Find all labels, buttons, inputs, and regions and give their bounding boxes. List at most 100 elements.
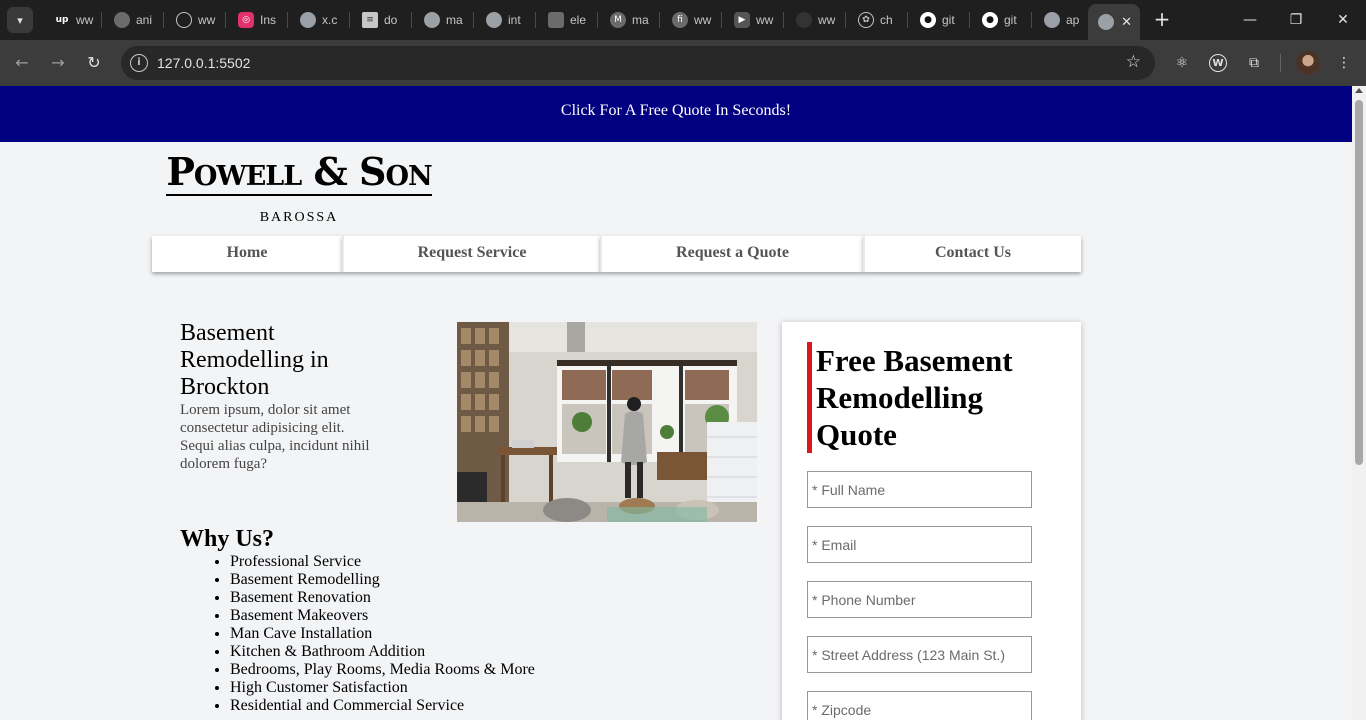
- zipcode-field[interactable]: [807, 691, 1032, 720]
- list-item: Kitchen & Bathroom Addition: [230, 643, 600, 661]
- app-icon: [176, 12, 192, 28]
- close-window-icon[interactable]: ✕: [1331, 8, 1355, 32]
- app-icon: fi: [672, 12, 688, 28]
- bookmark-star-icon[interactable]: ☆: [1126, 52, 1141, 72]
- browser-tab[interactable]: int: [476, 4, 530, 36]
- logo-name: Powell & Son: [166, 149, 433, 196]
- extensions-puzzle-icon[interactable]: ⧉: [1243, 52, 1265, 74]
- browser-tab[interactable]: ma: [414, 4, 468, 36]
- app-icon: [114, 12, 130, 28]
- browser-tab[interactable]: ● git: [910, 4, 964, 36]
- list-item: Residential and Commercial Service: [230, 697, 600, 715]
- main-nav: Home Request Service Request a Quote Con…: [152, 236, 1081, 272]
- basement-interior-photo: [457, 322, 757, 522]
- browser-tab[interactable]: ≡ do: [352, 4, 406, 36]
- browser-tab[interactable]: ww: [166, 4, 220, 36]
- quote-form-card: Free Basement Remodelling Quote: [782, 322, 1081, 720]
- tab-divider: [597, 12, 598, 28]
- browser-tab[interactable]: ani: [104, 4, 158, 36]
- react-devtools-icon[interactable]: ⚛: [1171, 52, 1193, 74]
- web-page: Click For A Free Quote In Seconds! Powel…: [0, 86, 1352, 720]
- browser-tab[interactable]: fi ww: [662, 4, 716, 36]
- list-item: Basement Makeovers: [230, 607, 600, 625]
- restore-icon[interactable]: ❐: [1284, 8, 1308, 32]
- list-item: High Customer Satisfaction: [230, 679, 600, 697]
- email-field[interactable]: [807, 526, 1032, 563]
- site-info-icon[interactable]: i: [130, 54, 148, 72]
- nav-item-contact-us[interactable]: Contact Us: [863, 236, 1081, 272]
- browser-tab[interactable]: x.c: [290, 4, 344, 36]
- tab-divider: [535, 12, 536, 28]
- quote-form-title: Free Basement Remodelling Quote: [807, 342, 1047, 453]
- tab-divider: [907, 12, 908, 28]
- profile-avatar[interactable]: [1296, 51, 1320, 75]
- upwork-icon: up: [55, 15, 69, 25]
- tab-divider: [225, 12, 226, 28]
- forward-arrow-icon[interactable]: →: [46, 51, 70, 75]
- list-item: Bedrooms, Play Rooms, Media Rooms & More: [230, 661, 600, 679]
- tab-divider: [349, 12, 350, 28]
- browser-toolbar: ← → ↻ i 127.0.0.1:5502 ☆ ⚛ W ⧉ ⋮: [0, 40, 1366, 86]
- minimize-icon[interactable]: —: [1238, 8, 1262, 32]
- intro-text: Lorem ipsum, dolor sit amet consectetur …: [180, 402, 370, 472]
- tab-divider: [287, 12, 288, 28]
- menu-kebab-icon[interactable]: ⋮: [1333, 52, 1355, 74]
- list-item: Man Cave Installation: [230, 625, 600, 643]
- globe-icon: [1044, 12, 1060, 28]
- reload-icon[interactable]: ↻: [82, 51, 106, 75]
- tab-divider: [163, 12, 164, 28]
- browser-tab[interactable]: ele: [538, 4, 592, 36]
- nav-item-home[interactable]: Home: [152, 236, 342, 272]
- why-us-list: Professional Service Basement Remodellin…: [230, 553, 600, 715]
- browser-tab[interactable]: ● git: [972, 4, 1026, 36]
- phone-number-field[interactable]: [807, 581, 1032, 618]
- browser-tab[interactable]: Mma: [600, 4, 654, 36]
- browser-tab[interactable]: ▶ ww: [724, 4, 778, 36]
- browser-tab[interactable]: up ww: [44, 4, 98, 36]
- app-icon: M: [610, 12, 626, 28]
- close-tab-icon[interactable]: ✕: [1121, 15, 1132, 30]
- new-tab-plus-icon[interactable]: +: [1150, 8, 1174, 32]
- tab-divider: [783, 12, 784, 28]
- browser-tab-active[interactable]: ✕: [1088, 4, 1140, 40]
- back-arrow-icon[interactable]: ←: [10, 51, 34, 75]
- instagram-icon: ◎: [238, 12, 254, 28]
- free-quote-banner[interactable]: Click For A Free Quote In Seconds!: [0, 86, 1352, 142]
- browser-tab[interactable]: ✿ ch: [848, 4, 902, 36]
- scrollbar-thumb[interactable]: [1355, 100, 1363, 465]
- tab-divider: [659, 12, 660, 28]
- street-address-field[interactable]: [807, 636, 1032, 673]
- globe-icon: [1098, 14, 1114, 30]
- github-icon: ●: [982, 12, 998, 28]
- browser-tab[interactable]: ap: [1034, 4, 1088, 36]
- why-us-section: Why Us? Professional Service Basement Re…: [180, 525, 600, 715]
- browser-tab[interactable]: ◎ Ins: [228, 4, 282, 36]
- nav-item-request-service[interactable]: Request Service: [342, 236, 600, 272]
- browser-tabstrip: ▾ up ww ani ww ◎ Ins x.c ≡ do ma int ele Mm…: [0, 0, 1366, 40]
- tab-divider: [473, 12, 474, 28]
- tab-divider: [411, 12, 412, 28]
- globe-icon: [486, 12, 502, 28]
- tab-divider: [1031, 12, 1032, 28]
- toolbar-divider: [1280, 54, 1281, 72]
- intro-section: Basement Remodelling in Brockton Lorem i…: [180, 320, 380, 473]
- logo-subtitle: BAROSSA: [259, 210, 339, 225]
- scroll-up-arrow-icon[interactable]: [1355, 88, 1363, 93]
- site-logo[interactable]: Powell & Son BAROSSA: [163, 150, 435, 226]
- full-name-field[interactable]: [807, 471, 1032, 508]
- intro-heading: Basement Remodelling in Brockton: [180, 320, 329, 400]
- openai-icon: ✿: [858, 12, 874, 28]
- extension-w-icon[interactable]: W: [1209, 54, 1227, 72]
- tab-search-chevron-icon[interactable]: ▾: [7, 7, 33, 33]
- docs-icon: ≡: [362, 12, 378, 28]
- nav-item-request-quote[interactable]: Request a Quote: [600, 236, 863, 272]
- url-text[interactable]: 127.0.0.1:5502: [157, 55, 250, 71]
- interior-illustration: [457, 322, 757, 522]
- address-bar[interactable]: i 127.0.0.1:5502 ☆: [121, 46, 1155, 80]
- browser-tab[interactable]: ww: [786, 4, 840, 36]
- app-icon: [548, 12, 564, 28]
- list-item: Basement Renovation: [230, 589, 600, 607]
- page-scrollbar[interactable]: [1352, 86, 1366, 720]
- list-item: Basement Remodelling: [230, 571, 600, 589]
- tab-divider: [969, 12, 970, 28]
